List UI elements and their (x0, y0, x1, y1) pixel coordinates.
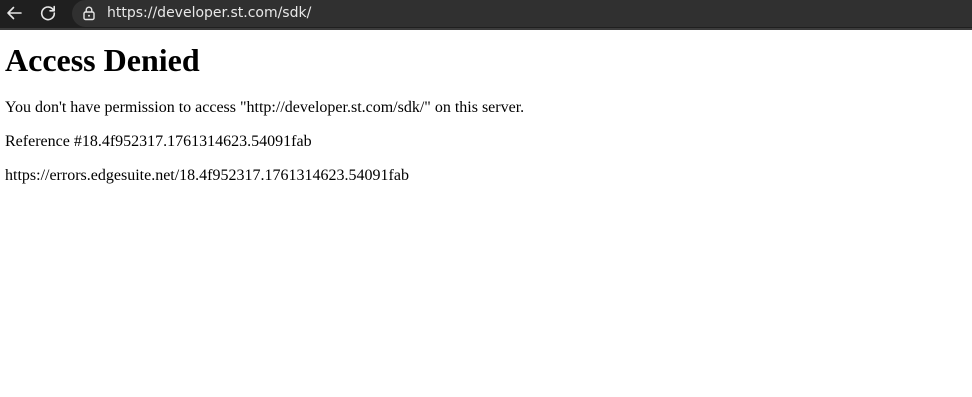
lock-icon[interactable] (81, 5, 97, 21)
browser-toolbar: https://developer.st.com/sdk/ (0, 0, 972, 28)
page-content: Access Denied You don't have permission … (0, 30, 972, 397)
error-message: You don't have permission to access "htt… (5, 99, 525, 116)
reload-icon (40, 5, 56, 21)
back-button[interactable] (1, 0, 27, 26)
reload-button[interactable] (35, 0, 61, 26)
address-bar[interactable]: https://developer.st.com/sdk/ (72, 0, 972, 27)
url-text[interactable]: https://developer.st.com/sdk/ (107, 4, 311, 22)
error-url-text: https://errors.edgesuite.net/18.4f952317… (5, 167, 409, 184)
reference-text: Reference #18.4f952317.1761314623.54091f… (5, 133, 312, 150)
arrow-left-icon (7, 6, 22, 20)
page-title: Access Denied (5, 42, 200, 78)
